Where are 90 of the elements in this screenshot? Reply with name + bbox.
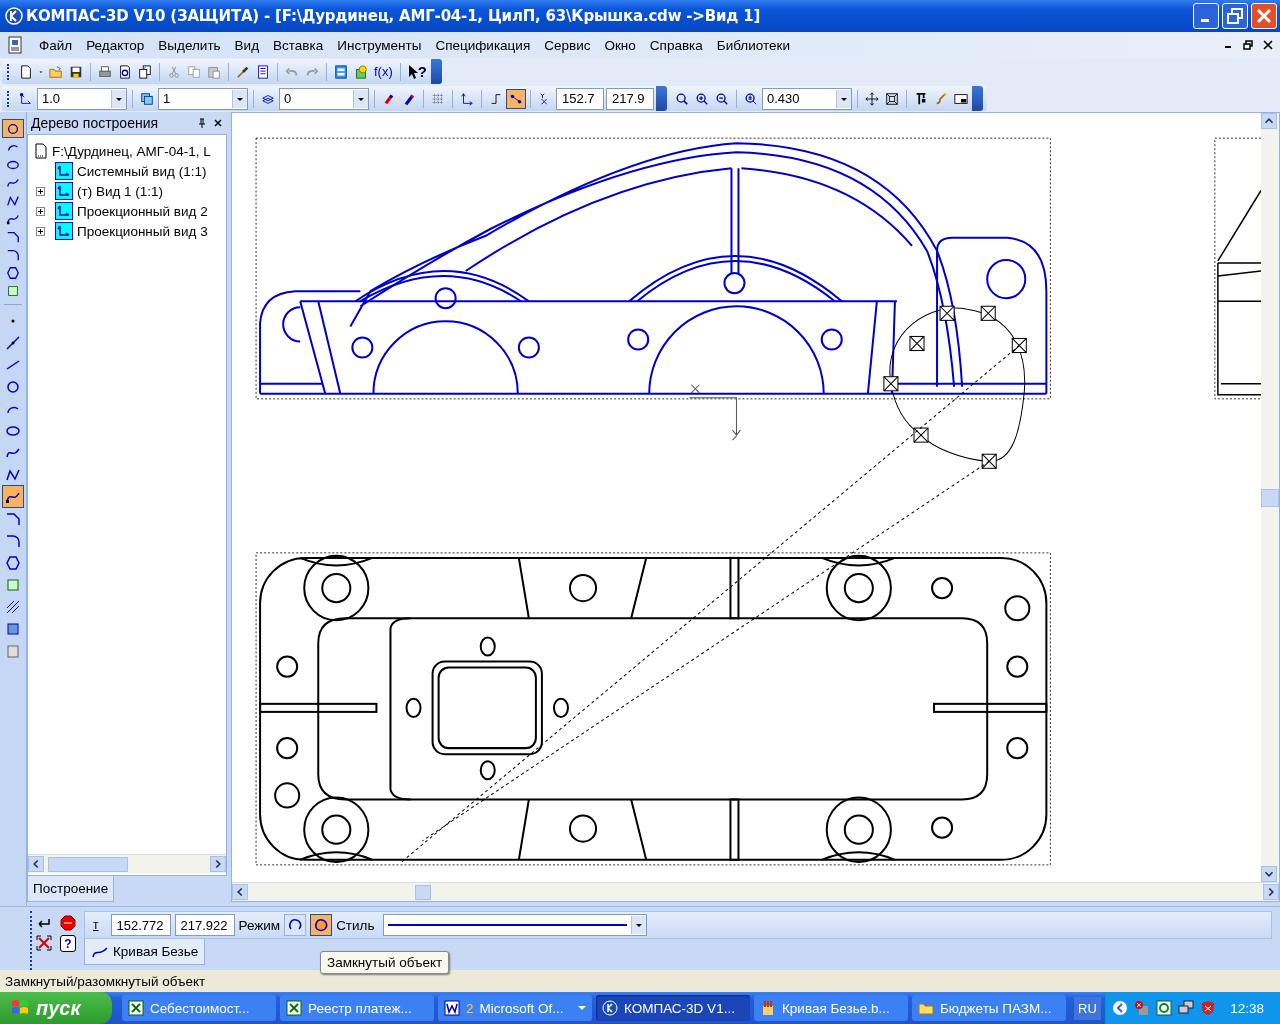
menu-item[interactable]: Библиотеки [709,37,797,53]
taskbar-button[interactable]: Себестоимост... [122,995,276,1021]
menu-item[interactable]: Сервис [537,37,598,53]
expander-icon[interactable] [36,226,45,236]
close-icon[interactable] [1262,39,1274,51]
horizontal-scrollbar[interactable] [28,854,226,873]
value-dropdown[interactable]: 0.430 [762,87,852,110]
network-error-icon[interactable] [1133,1000,1150,1016]
snap-toggle-icon[interactable] [507,89,525,108]
scroll-thumb[interactable] [414,884,431,900]
coordinate-field[interactable]: 152.7 [556,87,604,110]
style-label: Стиль [336,917,375,933]
menu-item[interactable]: Вставка [266,37,331,53]
help-button[interactable]: ? [60,935,76,952]
coordinate-system-icon [688,384,741,441]
value-dropdown[interactable]: 0 [279,87,369,110]
scroll-left-icon[interactable] [28,856,44,872]
close-icon[interactable] [213,118,223,128]
app-logo-icon [5,7,23,25]
tree-item[interactable]: Системный вид (1:1) [77,163,207,179]
value-dropdown[interactable]: 1.0 [37,87,127,110]
point-label: т [93,918,99,932]
app-icon[interactable] [444,1000,460,1016]
paint-icon[interactable] [760,1000,776,1016]
scroll-right-icon[interactable] [210,856,226,872]
computers-icon[interactable] [1177,1000,1194,1016]
horizontal-scrollbar[interactable] [232,882,1279,901]
clock: 12:38 [1230,1000,1264,1016]
folder-icon[interactable] [918,1000,934,1016]
taskbar-button[interactable]: 2 Microsoft Of... [438,995,592,1021]
vertical-scrollbar[interactable] [1261,113,1279,882]
help-button[interactable]: ? [405,63,429,80]
caret-icon[interactable] [634,921,643,929]
pin-icon[interactable] [197,118,207,128]
view-icon [55,222,73,240]
tree-item[interactable]: Проекционный вид 3 [77,223,208,239]
window-title: КОМПАС-3D V10 (ЗАЩИТА) - [F:\Дурдинец, АМГ-04-1, ЦилП, 63\Крышка.cdw ->Вид 1] [26,7,762,25]
y-coordinate-field[interactable]: 217.922 [174,914,235,936]
value-dropdown[interactable]: 1 [158,87,248,110]
menu-item[interactable]: Справка [642,37,710,53]
language-indicator[interactable]: RU [1074,996,1101,1020]
tree-item[interactable]: (т) Вид 1 (1:1) [77,183,164,199]
coordinate-field[interactable]: 217.9 [606,87,654,110]
menu-item[interactable]: Инструменты [330,37,429,53]
scroll-left-icon[interactable] [232,884,248,900]
toolbar-options-icon[interactable] [430,59,442,84]
view-icon [55,202,73,220]
expander-icon[interactable] [36,186,45,196]
function-button[interactable]: f(x) [372,64,395,79]
x-coordinate-field[interactable]: 152.772 [110,914,171,936]
sheets-icon[interactable] [136,62,154,81]
chevron-icon[interactable] [1111,1000,1128,1016]
scroll-right-icon[interactable] [1263,884,1279,900]
tree-item[interactable]: Проекционный вид 2 [77,203,208,219]
pan-icon[interactable] [863,89,881,108]
view-icon [55,162,73,180]
app-tray-icon[interactable] [1155,1000,1172,1016]
document-icon[interactable] [6,36,24,54]
line-style-dropdown[interactable] [382,914,647,936]
taskbar-button[interactable]: Бюджеты ПАЗМ... [912,995,1066,1021]
expander-icon[interactable] [36,206,45,216]
panel-tab[interactable]: Кривая Безье [84,939,206,965]
tooltip: Замкнутый объект [320,951,450,974]
view-icon [55,182,73,200]
shield-icon[interactable] [1199,1000,1216,1016]
stop-sign-icon[interactable] [60,915,76,931]
scroll-thumb[interactable] [1261,488,1279,507]
menu-item[interactable]: Спецификация [428,37,538,53]
taskbar-button[interactable]: Кривая Безье.b... [754,995,908,1021]
panel-tab[interactable]: Построение [27,876,115,902]
pointer-icon[interactable] [407,63,418,80]
scroll-up-icon[interactable] [1261,113,1277,129]
menu-item[interactable]: Выделить [151,37,228,53]
document-icon [34,143,48,159]
taskbar-button[interactable]: Реестр платеж... [280,995,434,1021]
menu-item[interactable]: Окно [597,37,643,53]
menu-item[interactable]: Вид [227,37,267,53]
app-icon[interactable] [286,1000,302,1016]
menu-item[interactable]: Редактор [79,37,152,53]
app-icon[interactable] [128,1000,144,1016]
menu-item[interactable]: Файл [32,37,80,53]
restore-icon[interactable] [1242,39,1254,51]
scroll-thumb[interactable] [48,856,128,872]
panel-title: Дерево построения [31,115,160,131]
scroll-down-icon[interactable] [1261,866,1277,882]
mode-label: Режим [238,917,281,933]
taskbar-button[interactable]: КОМПАС-3D V1... [596,995,750,1021]
status-text: Замкнутый/разомкнутый объект [5,973,206,989]
tree-item[interactable]: F:\Дурдинец, АМГ-04-1, L [52,143,211,159]
cross-icon[interactable] [36,935,52,951]
